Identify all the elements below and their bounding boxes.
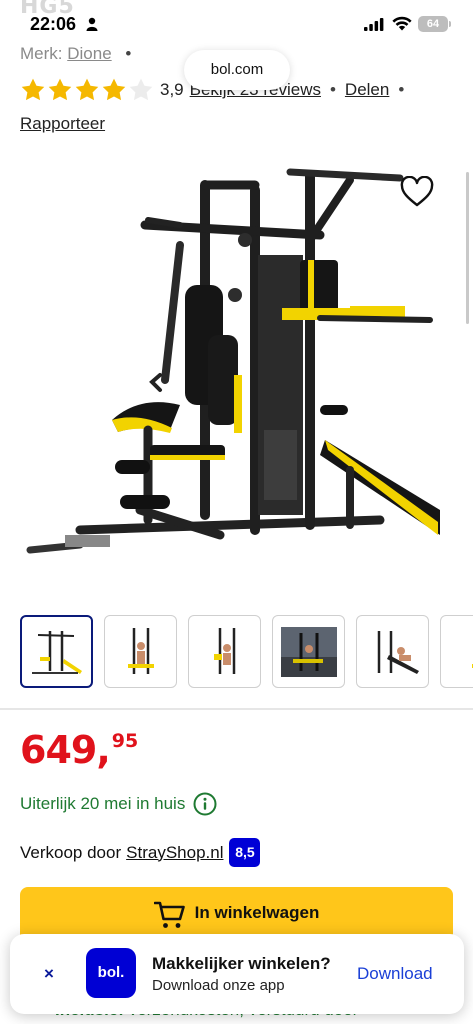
seller-link[interactable]: StrayShop.nl bbox=[126, 843, 223, 863]
info-icon[interactable] bbox=[193, 792, 217, 816]
bol-app-logo: bol. bbox=[86, 948, 136, 998]
thumbnail-6[interactable] bbox=[440, 615, 473, 688]
home-gym-person-thumbnail-icon bbox=[471, 663, 473, 668]
scrollbar[interactable] bbox=[466, 172, 469, 324]
star-icon bbox=[75, 78, 99, 101]
home-gym-thumbnail-icon bbox=[31, 630, 82, 674]
price: 649, 95 bbox=[20, 728, 138, 772]
delivery-info: Uiterlijk 20 mei in huis bbox=[20, 792, 217, 816]
thumbnail-strip bbox=[20, 615, 473, 689]
home-gym-person-thumbnail-icon bbox=[127, 627, 154, 674]
separator-dot: • bbox=[329, 80, 336, 99]
section-divider bbox=[0, 708, 473, 710]
home-gym-situps-thumbnail-icon bbox=[377, 630, 419, 674]
star-icon bbox=[21, 78, 45, 101]
thumbnail-3[interactable] bbox=[188, 615, 261, 688]
separator-dot: • bbox=[398, 80, 405, 99]
person-icon bbox=[86, 17, 98, 31]
brand-link[interactable]: Dione bbox=[67, 44, 111, 63]
seller-label: Verkoop door bbox=[20, 842, 122, 862]
separator-dot: • bbox=[125, 44, 132, 63]
rating-stars bbox=[20, 77, 154, 103]
shopping-cart-icon bbox=[153, 901, 185, 928]
report-link[interactable]: Rapporteer bbox=[20, 114, 105, 134]
banner-title: Makkelijker winkelen? bbox=[152, 954, 331, 973]
wifi-icon bbox=[392, 16, 412, 31]
status-bar: HG5 22:06 64 bbox=[0, 0, 473, 46]
price-cents: 95 bbox=[111, 730, 139, 752]
share-link[interactable]: Delen bbox=[345, 80, 389, 100]
home-gym-product-image[interactable] bbox=[20, 150, 454, 590]
battery-icon: 64 bbox=[418, 16, 451, 32]
home-gym-photo-thumbnail-icon bbox=[280, 626, 337, 677]
wishlist-heart-icon[interactable] bbox=[400, 176, 434, 208]
cellular-signal-icon bbox=[364, 18, 384, 31]
url-pill[interactable]: bol.com bbox=[184, 50, 290, 90]
thumbnail-4[interactable] bbox=[272, 615, 345, 688]
price-main: 649, bbox=[20, 728, 111, 772]
app-download-banner: × bol. Makkelijker winkelen? Download on… bbox=[10, 934, 464, 1014]
seller-row: Verkoop door StrayShop.nl 8,5 bbox=[20, 838, 261, 867]
status-time: 22:06 bbox=[30, 14, 77, 34]
thumbnail-2[interactable] bbox=[104, 615, 177, 688]
delivery-text: Uiterlijk 20 mei in huis bbox=[20, 794, 186, 813]
rating-value: 3,9 bbox=[160, 80, 184, 99]
thumbnail-1[interactable] bbox=[20, 615, 93, 688]
banner-subtitle: Download onze app bbox=[152, 977, 285, 994]
star-icon bbox=[102, 78, 126, 101]
home-gym-person-thumbnail-icon bbox=[213, 627, 235, 674]
seller-score-badge[interactable]: 8,5 bbox=[229, 838, 261, 867]
close-banner-button[interactable]: × bbox=[44, 964, 54, 984]
star-empty-icon bbox=[129, 78, 153, 101]
brand-label: Merk: bbox=[20, 44, 63, 63]
brand-row: Merk: Dione • bbox=[20, 44, 140, 64]
download-app-button[interactable]: Download bbox=[357, 964, 433, 984]
thumbnail-5[interactable] bbox=[356, 615, 429, 688]
star-icon bbox=[48, 78, 72, 101]
